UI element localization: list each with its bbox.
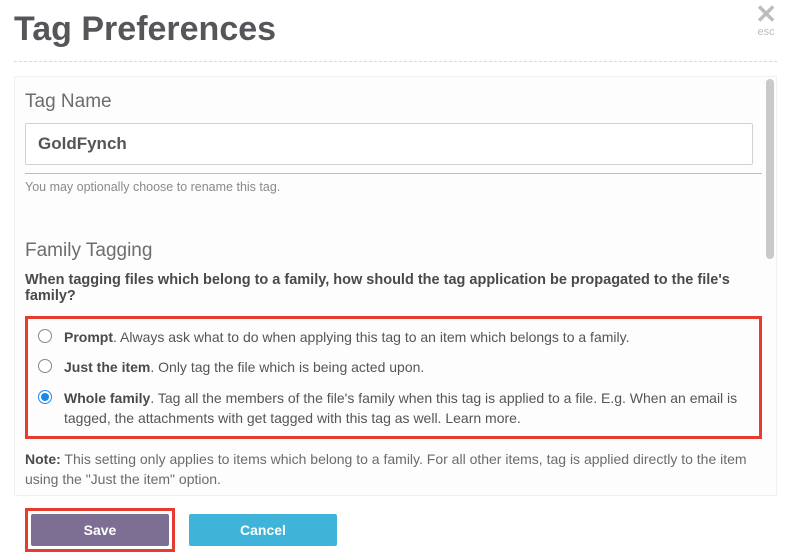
tag-name-underline [25, 173, 762, 174]
tag-name-input[interactable] [25, 123, 753, 165]
tag-name-hint: You may optionally choose to rename this… [25, 180, 762, 194]
tag-name-label: Tag Name [25, 91, 762, 113]
close-button[interactable]: ✕ esc [755, 4, 777, 38]
scrollbar-track[interactable] [766, 79, 774, 493]
option-whole-family-text: Whole family. Tag all the members of the… [64, 388, 749, 429]
family-tagging-note: Note: This setting only applies to items… [25, 449, 762, 490]
title-divider [14, 61, 777, 62]
option-whole-family[interactable]: Whole family. Tag all the members of the… [34, 388, 753, 429]
scrollbar-thumb[interactable] [766, 79, 774, 259]
option-just-the-item[interactable]: Just the item. Only tag the file which i… [34, 357, 753, 377]
option-prompt-text: Prompt. Always ask what to do when apply… [64, 327, 629, 347]
tag-preferences-dialog: ✕ esc Tag Preferences Tag Name You may o… [0, 0, 791, 510]
radio-icon [38, 359, 52, 373]
dialog-body: Tag Name You may optionally choose to re… [14, 76, 777, 496]
dialog-buttons: Save Cancel [25, 508, 762, 552]
family-tagging-options-highlight: Prompt. Always ask what to do when apply… [25, 316, 762, 439]
close-icon: ✕ [755, 4, 777, 25]
dialog-title: Tag Preferences [14, 10, 777, 49]
cancel-button[interactable]: Cancel [189, 514, 337, 546]
radio-icon [38, 329, 52, 343]
save-button-highlight: Save [25, 508, 175, 552]
save-button[interactable]: Save [31, 514, 169, 546]
close-esc-label: esc [755, 27, 777, 38]
family-tagging-label: Family Tagging [25, 240, 762, 262]
radio-icon [38, 390, 52, 404]
family-tagging-question: When tagging files which belong to a fam… [25, 272, 762, 304]
option-just-the-item-text: Just the item. Only tag the file which i… [64, 357, 424, 377]
option-prompt[interactable]: Prompt. Always ask what to do when apply… [34, 327, 753, 347]
